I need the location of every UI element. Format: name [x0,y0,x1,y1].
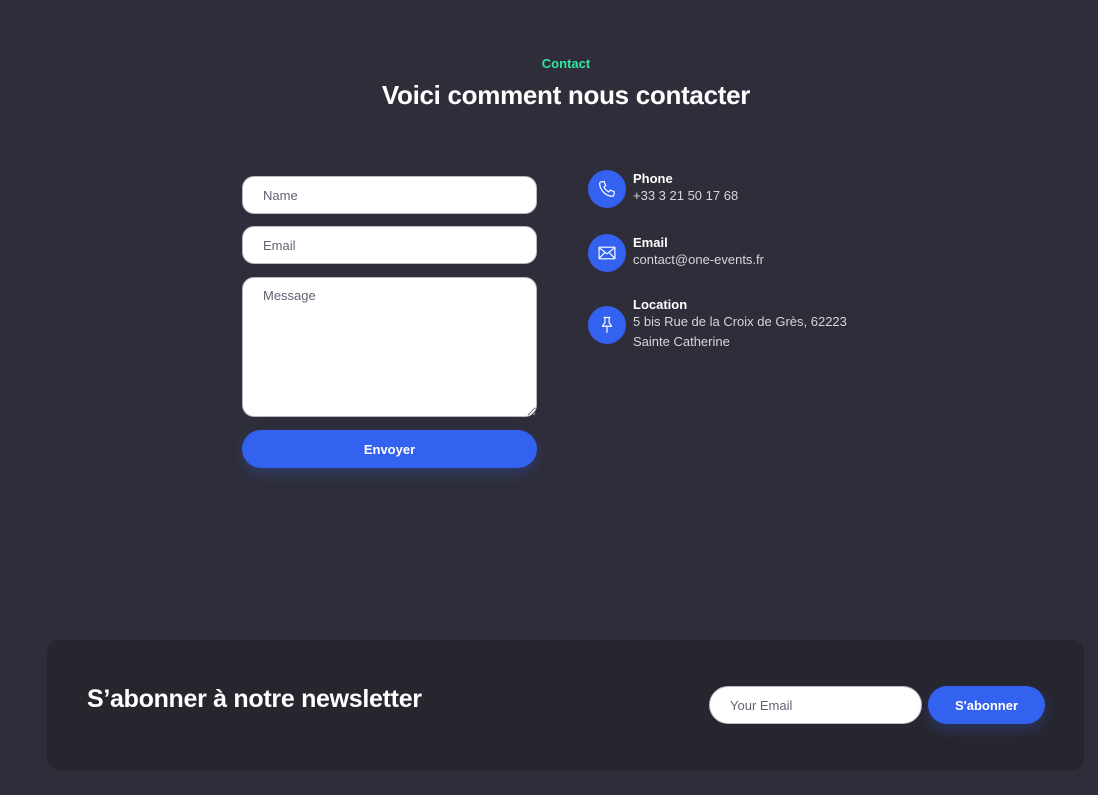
pin-icon [588,306,626,344]
phone-title: Phone [633,171,673,186]
location-address-line2: Sainte Catherine [633,334,730,349]
newsletter-title: S’abonner à notre newsletter [87,685,422,713]
page-title: Voici comment nous contacter [381,80,751,110]
message-textarea[interactable] [242,277,537,417]
newsletter-email-input[interactable] [709,686,922,724]
name-input[interactable] [242,176,537,214]
subscribe-button[interactable]: S'abonner [928,686,1045,724]
email-address: contact@one-events.fr [633,252,764,267]
section-kicker: Contact [541,56,591,71]
email-title: Email [633,235,668,250]
email-input[interactable] [242,226,537,264]
envelope-icon [588,234,626,272]
phone-number: +33 3 21 50 17 68 [633,188,739,203]
phone-icon [588,170,626,208]
location-address-line1: 5 bis Rue de la Croix de Grès, 62223 [633,314,847,329]
location-title: Location [633,297,688,312]
send-button[interactable]: Envoyer [242,430,537,468]
newsletter-panel: S’abonner à notre newsletter S'abonner [47,640,1084,770]
